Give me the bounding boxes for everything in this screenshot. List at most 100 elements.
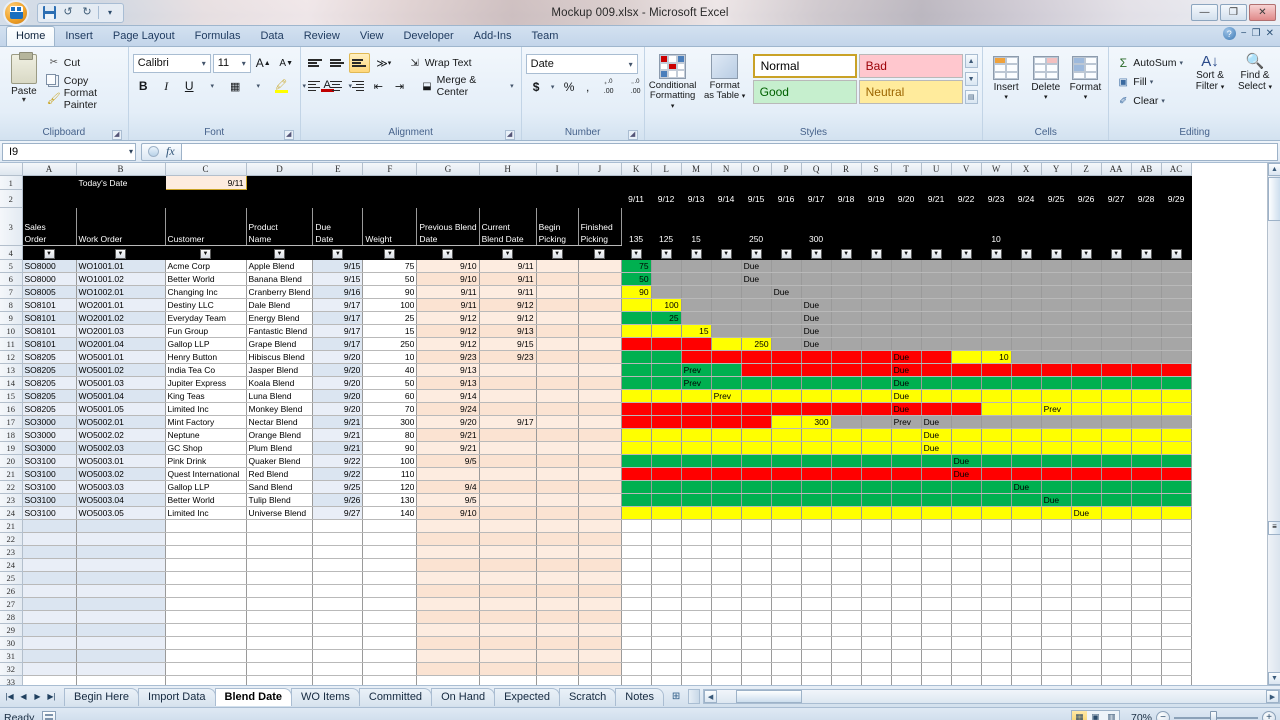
- cell-AB12-calendar[interactable]: [1131, 350, 1162, 364]
- cell-U19-calendar[interactable]: Due: [921, 441, 952, 455]
- cell-C10-customer[interactable]: Fun Group: [165, 324, 247, 338]
- cell-P3-capacity[interactable]: [771, 207, 802, 246]
- cell-S15-calendar[interactable]: [861, 389, 892, 403]
- cell-O23-calendar[interactable]: [741, 493, 772, 507]
- cell-M16-calendar[interactable]: [681, 402, 712, 416]
- cell-J26[interactable]: [578, 584, 622, 598]
- cell-L30[interactable]: [651, 636, 682, 650]
- cell-D21[interactable]: [246, 519, 314, 533]
- cell-N11-calendar[interactable]: [711, 337, 742, 351]
- increase-decimal-button[interactable]: ⁺.0.00: [596, 77, 622, 97]
- cell-Y28[interactable]: [1041, 610, 1072, 624]
- cell-L3-capacity[interactable]: 125: [651, 207, 682, 246]
- table-row[interactable]: 9 SO8101 WO2001.02 Everyday Team Energy Blen…: [0, 311, 1192, 325]
- cell-H15-curr-blend-date[interactable]: [479, 389, 537, 403]
- row-header-22[interactable]: 22: [0, 532, 23, 546]
- cell-D17-product-name[interactable]: Nectar Blend: [246, 415, 314, 429]
- cell-V9-calendar[interactable]: [951, 311, 982, 325]
- cell-T16-calendar[interactable]: Due: [891, 402, 922, 416]
- cell-AA26[interactable]: [1101, 584, 1132, 598]
- cell-N23-calendar[interactable]: [711, 493, 742, 507]
- cell-Q10-calendar[interactable]: Due: [801, 324, 832, 338]
- ribbon-close-icon[interactable]: ✕: [1266, 28, 1274, 39]
- styles-gallery-scrollbar[interactable]: ▲ ▼ ▤: [964, 54, 978, 104]
- tab-formulas[interactable]: Formulas: [185, 26, 251, 46]
- cell-L23-calendar[interactable]: [651, 493, 682, 507]
- cell-Y8-calendar[interactable]: [1041, 298, 1072, 312]
- filter-dropdown-icon[interactable]: ▼: [502, 249, 514, 259]
- cell-H14-curr-blend-date[interactable]: [479, 376, 537, 390]
- cell-G13-prev-blend-date[interactable]: 9/13: [416, 363, 480, 377]
- cell-AB19-calendar[interactable]: [1131, 441, 1162, 455]
- cell-F15-weight[interactable]: 60: [362, 389, 418, 403]
- minimize-button[interactable]: —: [1191, 4, 1218, 21]
- scroll-down-button[interactable]: ▼: [1268, 672, 1280, 685]
- cell-AB22-calendar[interactable]: [1131, 480, 1162, 494]
- cell-B27[interactable]: [76, 597, 166, 611]
- cell-P14-calendar[interactable]: [771, 376, 802, 390]
- cell-M33[interactable]: [681, 675, 712, 685]
- cell-W11-calendar[interactable]: [981, 337, 1012, 351]
- cell-U23[interactable]: [921, 545, 952, 559]
- table-row[interactable]: 6 SO8000 WO1001.02 Better World Banana Blend…: [0, 272, 1192, 286]
- cell-C11-customer[interactable]: Gallop LLP: [165, 337, 247, 351]
- empty-row[interactable]: 24: [0, 558, 1192, 572]
- column-header-Y[interactable]: Y: [1041, 163, 1072, 176]
- column-header-U[interactable]: U: [921, 163, 952, 176]
- font-size-combo[interactable]: 11 ▾: [212, 53, 251, 73]
- cell-C16-customer[interactable]: Limited Inc: [165, 402, 247, 416]
- cell-V30[interactable]: [951, 636, 982, 650]
- cell-W24-calendar[interactable]: [981, 506, 1012, 520]
- sort-filter-button[interactable]: A↓ Sort & Filter ▾: [1189, 54, 1231, 93]
- zoom-out-button[interactable]: −: [1156, 710, 1170, 720]
- cell-P24[interactable]: [771, 558, 802, 572]
- cell-A13-sales-order[interactable]: SO8205: [22, 363, 77, 377]
- column-header-M[interactable]: M: [681, 163, 712, 176]
- cell-Q20-calendar[interactable]: [801, 454, 832, 468]
- scroll-right-button[interactable]: ▶: [1266, 690, 1279, 703]
- cell-AB23[interactable]: [1131, 545, 1162, 559]
- cell-D20-product-name[interactable]: Quaker Blend: [246, 454, 314, 468]
- cell-Q9-calendar[interactable]: Due: [801, 311, 832, 325]
- cell-P25[interactable]: [771, 571, 802, 585]
- cell-W22-calendar[interactable]: [981, 480, 1012, 494]
- cell-U12-calendar[interactable]: [921, 350, 952, 364]
- cell-C32[interactable]: [165, 662, 247, 676]
- cell-Y17-calendar[interactable]: [1041, 415, 1072, 429]
- paste-button[interactable]: Paste ▾: [4, 52, 44, 104]
- cell-L20-calendar[interactable]: [651, 454, 682, 468]
- cell-N13-calendar[interactable]: [711, 363, 742, 377]
- filter-dropdown-icon[interactable]: ▼: [960, 249, 972, 259]
- cell-Q16-calendar[interactable]: [801, 402, 832, 416]
- cell-C8-customer[interactable]: Destiny LLC: [165, 298, 247, 312]
- cell-Z8-calendar[interactable]: [1071, 298, 1102, 312]
- cell-Q25[interactable]: [801, 571, 832, 585]
- cell-S31[interactable]: [861, 649, 892, 663]
- cell-AA24[interactable]: [1101, 558, 1132, 572]
- cell-E25[interactable]: [312, 571, 364, 585]
- cell-Q18-calendar[interactable]: [801, 428, 832, 442]
- cell-S3-capacity[interactable]: [861, 207, 892, 246]
- cell-AC31[interactable]: [1161, 649, 1192, 663]
- cell-X25[interactable]: [1011, 571, 1042, 585]
- cell-X33[interactable]: [1011, 675, 1042, 685]
- cell-A11-sales-order[interactable]: SO8101: [22, 337, 77, 351]
- cell-Q21-calendar[interactable]: [801, 467, 832, 481]
- delete-cells-button[interactable]: Delete ▾: [1027, 56, 1065, 101]
- cell-A16-sales-order[interactable]: SO8205: [22, 402, 77, 416]
- cell-S32[interactable]: [861, 662, 892, 676]
- cell-Y3-capacity[interactable]: [1041, 207, 1072, 246]
- cell-AC7-calendar[interactable]: [1161, 285, 1192, 299]
- cell-E31[interactable]: [312, 649, 364, 663]
- cell-P29[interactable]: [771, 623, 802, 637]
- cell-AB2-date[interactable]: 9/28: [1131, 189, 1162, 208]
- cell-N4-filter[interactable]: ▼: [711, 245, 742, 260]
- cell-G7-prev-blend-date[interactable]: 9/11: [416, 285, 480, 299]
- cell-E10-due-date[interactable]: 9/17: [312, 324, 364, 338]
- cell-D16-product-name[interactable]: Monkey Blend: [246, 402, 314, 416]
- cell-H24[interactable]: [479, 558, 537, 572]
- table-row[interactable]: 12 SO8205 WO5001.01 Henry Button Hibiscus Bl…: [0, 350, 1192, 364]
- cell-P23-calendar[interactable]: [771, 493, 802, 507]
- empty-row[interactable]: 25: [0, 571, 1192, 585]
- cell-J21-finished-picking[interactable]: [578, 467, 622, 481]
